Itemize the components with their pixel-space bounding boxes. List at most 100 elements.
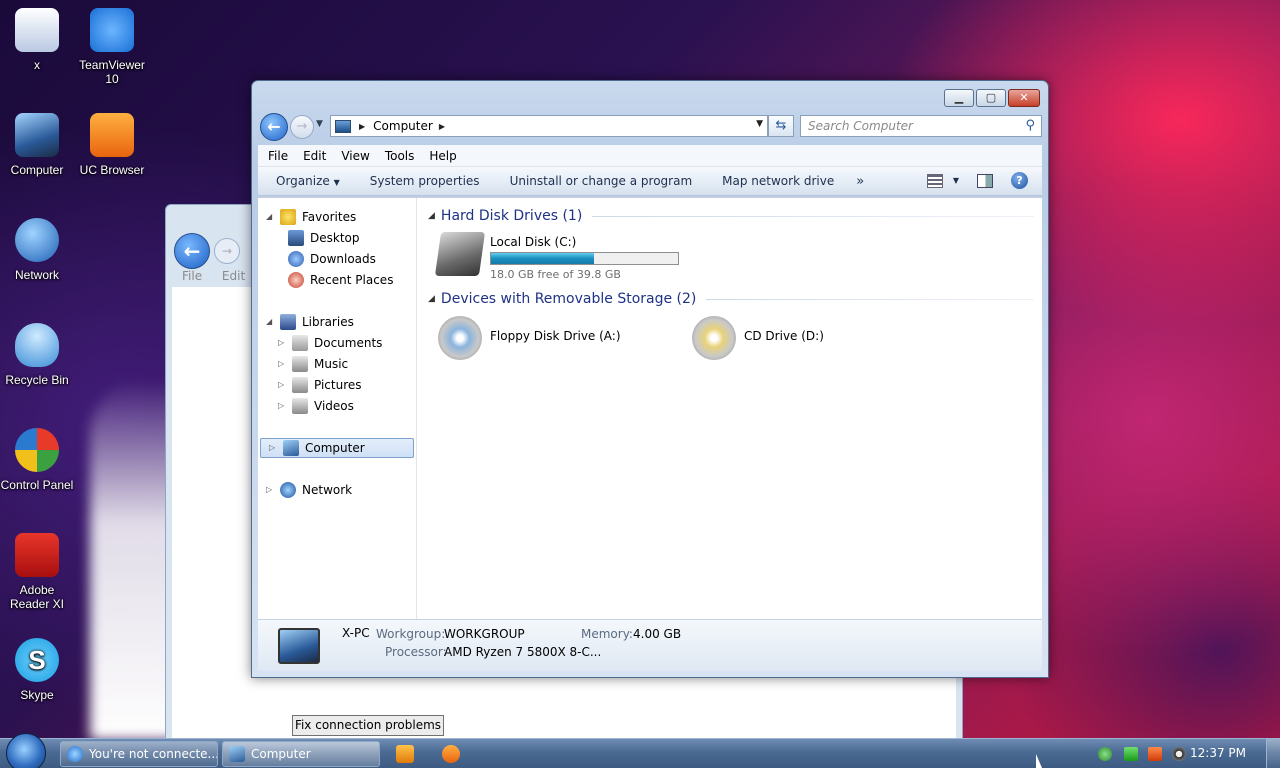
desktop-icon-teamviewer[interactable]: TeamViewer 10 <box>75 8 149 86</box>
desktop-icon-uc-browser[interactable]: UC Browser <box>75 113 149 177</box>
nav-label: Network <box>302 483 353 497</box>
menubar: File Edit View Tools Help <box>258 145 1042 167</box>
menu-edit[interactable]: Edit <box>303 149 326 163</box>
change-view-icon[interactable] <box>926 173 943 188</box>
desktop-icon-control-panel[interactable]: Control Panel <box>0 428 74 492</box>
preview-pane-icon[interactable] <box>977 173 993 188</box>
nav-label: Recent Places <box>310 273 394 287</box>
back-arrow-icon[interactable]: ← <box>174 233 210 269</box>
desktop-icon-skype[interactable]: S Skype <box>0 638 74 702</box>
nav-libraries[interactable]: ◢ Libraries <box>266 312 354 332</box>
clock[interactable]: 12:37 PM <box>1190 746 1246 760</box>
music-icon <box>292 356 308 372</box>
volume-icon[interactable] <box>1172 747 1186 761</box>
menu-tools[interactable]: Tools <box>385 149 415 163</box>
address-dropdown-icon[interactable]: ▼ <box>756 119 763 129</box>
collapse-triangle-icon[interactable]: ◢ <box>266 207 276 227</box>
drive-cd-d[interactable]: CD Drive (D:) <box>692 316 824 360</box>
drive-floppy-a[interactable]: Floppy Disk Drive (A:) <box>438 316 621 360</box>
security-shield-icon[interactable] <box>1098 747 1112 761</box>
menu-file[interactable]: File <box>268 149 288 163</box>
menu-help[interactable]: Help <box>429 149 456 163</box>
nav-videos[interactable]: ▷ Videos <box>278 396 354 416</box>
nav-pictures[interactable]: ▷ Pictures <box>278 375 362 395</box>
menu-view[interactable]: View <box>341 149 369 163</box>
desktop-icon-network[interactable]: Network <box>0 218 74 282</box>
expand-triangle-icon[interactable]: ▷ <box>269 438 279 458</box>
forward-arrow-icon[interactable]: → <box>214 238 240 264</box>
action-center-flag-icon[interactable] <box>1148 747 1162 761</box>
nav-music[interactable]: ▷ Music <box>278 354 348 374</box>
search-icon[interactable]: ⚲ <box>1025 118 1035 133</box>
show-desktop-button[interactable] <box>1266 739 1280 768</box>
desktop-icon-computer[interactable]: Computer <box>0 113 74 177</box>
command-bar: Organize ▼ System properties Uninstall o… <box>258 167 1042 196</box>
nav-recent-places[interactable]: Recent Places <box>288 270 393 290</box>
back-button[interactable]: ← <box>260 113 288 141</box>
nav-desktop[interactable]: Desktop <box>288 228 360 248</box>
expand-triangle-icon[interactable]: ▷ <box>266 480 276 500</box>
address-location[interactable]: Computer <box>373 119 433 133</box>
refresh-button[interactable]: ⇆ <box>768 115 794 137</box>
nav-computer[interactable]: ▷ Computer <box>260 438 414 458</box>
skype-icon: S <box>15 638 59 682</box>
expand-triangle-icon[interactable]: ▷ <box>278 333 288 353</box>
drive-usage-fill <box>491 253 594 264</box>
collapse-triangle-icon[interactable]: ◢ <box>428 211 435 221</box>
start-button[interactable] <box>6 733 46 768</box>
system-properties-button[interactable]: System properties <box>370 174 480 188</box>
drive-name: Local Disk (C:) <box>490 235 577 249</box>
main-pane: ◢ Hard Disk Drives (1) Local Disk (C:) 1… <box>418 198 1042 619</box>
group-removable-storage[interactable]: ◢ Devices with Removable Storage (2) <box>428 290 1034 308</box>
menu-file[interactable]: File <box>182 269 202 283</box>
nav-label: Favorites <box>302 210 357 224</box>
collapse-triangle-icon[interactable]: ◢ <box>266 312 276 332</box>
network-status-icon[interactable] <box>1124 747 1138 761</box>
nav-favorites[interactable]: ◢ Favorites <box>266 207 356 227</box>
breadcrumb-arrow-icon[interactable]: ▶ <box>439 122 445 131</box>
drive-local-c[interactable]: Local Disk (C:) 18.0 GB free of 39.8 GB <box>434 232 679 281</box>
expand-triangle-icon[interactable]: ▷ <box>278 354 288 374</box>
nav-downloads[interactable]: Downloads <box>288 249 376 269</box>
drive-free-space: 18.0 GB free of 39.8 GB <box>490 268 621 281</box>
forward-button[interactable]: → <box>290 115 314 139</box>
minimize-button[interactable]: ▁ <box>944 89 974 107</box>
breadcrumb-arrow-icon[interactable]: ▶ <box>359 122 365 131</box>
view-chevron-down-icon[interactable]: ▼ <box>953 176 959 185</box>
group-divider <box>592 215 1034 217</box>
media-player-icon[interactable] <box>396 745 414 763</box>
map-network-drive-button[interactable]: Map network drive <box>722 174 834 188</box>
expand-triangle-icon[interactable]: ▷ <box>278 375 288 395</box>
libraries-icon <box>280 314 296 330</box>
computer-window[interactable]: ▁ ▢ ✕ ← → ▼ ▶ Computer ▶ ▼ ⇆ Search Comp… <box>251 80 1049 678</box>
group-hard-disk-drives[interactable]: ◢ Hard Disk Drives (1) <box>428 207 1034 225</box>
nav-label: Documents <box>314 336 383 350</box>
close-button[interactable]: ✕ <box>1008 89 1040 107</box>
taskbar-ie-window[interactable]: You're not connecte... <box>60 741 218 767</box>
organize-button[interactable]: Organize ▼ <box>276 174 340 188</box>
nav-label: Music <box>314 357 349 371</box>
nav-documents[interactable]: ▷ Documents <box>278 333 382 353</box>
uc-browser-icon[interactable] <box>442 745 460 763</box>
desktop-icon-recycle-bin[interactable]: Recycle Bin <box>0 323 74 387</box>
nav-network[interactable]: ▷ Network <box>266 480 352 500</box>
caption-buttons: ▁ ▢ ✕ <box>942 89 1040 107</box>
fix-connection-button[interactable]: Fix connection problems <box>292 715 444 736</box>
uninstall-program-button[interactable]: Uninstall or change a program <box>510 174 693 188</box>
desktop-icon-x[interactable]: x <box>0 8 74 72</box>
address-bar[interactable]: ▶ Computer ▶ ▼ <box>330 115 768 137</box>
help-icon[interactable]: ? <box>1011 172 1028 189</box>
taskbar-computer-window[interactable]: Computer <box>222 741 380 767</box>
more-commands-button[interactable]: » <box>856 174 864 189</box>
search-input[interactable]: Search Computer ⚲ <box>800 115 1042 137</box>
recent-places-icon <box>288 272 304 288</box>
maximize-button[interactable]: ▢ <box>976 89 1006 107</box>
hard-disk-icon <box>434 232 486 276</box>
menu-edit[interactable]: Edit <box>222 269 245 283</box>
collapse-triangle-icon[interactable]: ◢ <box>428 294 435 304</box>
group-title: Devices with Removable Storage (2) <box>440 291 697 307</box>
recent-pages-chevron-icon[interactable]: ▼ <box>316 119 323 129</box>
expand-triangle-icon[interactable]: ▷ <box>278 396 288 416</box>
taskbar: You're not connecte... Computer 12:37 PM <box>0 733 1280 768</box>
desktop-icon-adobe-reader[interactable]: Adobe Reader XI <box>0 533 74 611</box>
